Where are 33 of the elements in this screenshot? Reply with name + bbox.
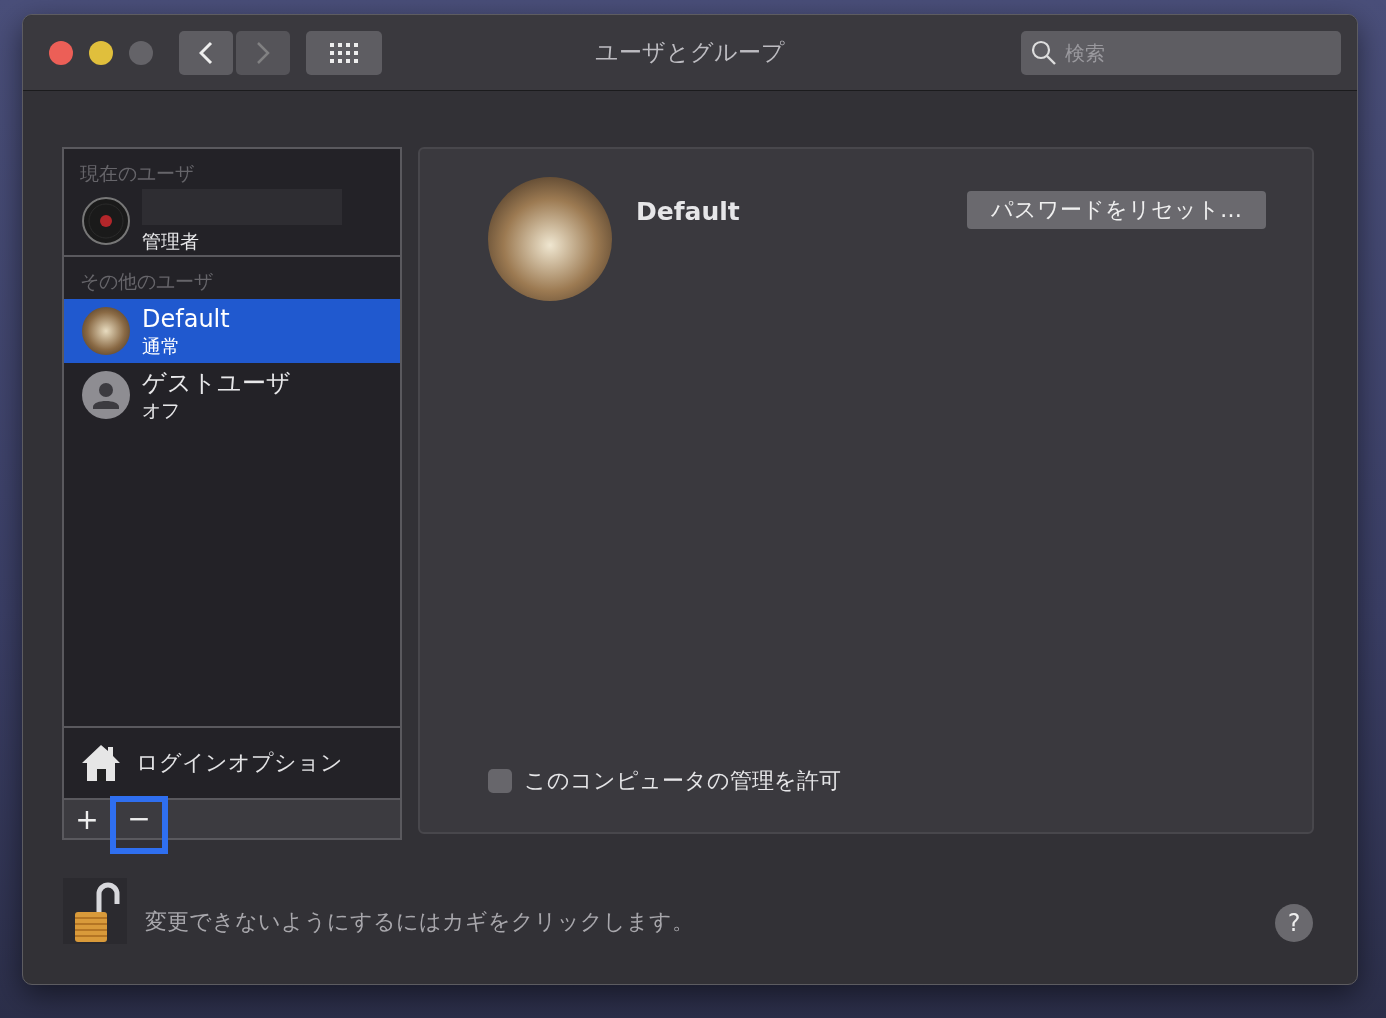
lock-hint-text: 変更できないようにするにはカギをクリックします。: [145, 908, 694, 936]
house-icon: [80, 742, 122, 784]
user-name: ゲストユーザ: [142, 368, 291, 398]
checkbox[interactable]: [488, 769, 512, 793]
reset-password-button[interactable]: パスワードをリセット…: [967, 191, 1266, 229]
user-list-item[interactable]: Default 通常: [64, 299, 400, 363]
user-name: Default: [636, 197, 740, 226]
user-role: 通常: [142, 334, 181, 358]
record-avatar: [82, 197, 130, 245]
show-all-button[interactable]: [306, 30, 382, 75]
section-header: 現在のユーザ: [79, 161, 195, 186]
help-button[interactable]: ?: [1275, 904, 1313, 942]
user-role: オフ: [142, 398, 181, 422]
close-button[interactable]: [49, 40, 73, 65]
user-list-item[interactable]: ゲストユーザ オフ: [64, 363, 400, 427]
search-field[interactable]: 検索: [1021, 30, 1341, 75]
login-options-label: ログインオプション: [136, 749, 343, 777]
user-list-item[interactable]: 管理者: [64, 191, 400, 255]
minimize-button[interactable]: [89, 40, 113, 65]
photo-placeholder: [82, 307, 130, 355]
back-button[interactable]: [179, 30, 233, 75]
user-silhouette-icon: [82, 371, 130, 419]
chevron-right-icon: [256, 40, 270, 65]
add-button[interactable]: +: [64, 800, 110, 838]
remove-button[interactable]: −: [110, 796, 168, 854]
chevron-left-icon: [199, 40, 213, 65]
section-header: その他のユーザ: [79, 269, 214, 294]
checkbox-label: このコンピュータの管理を許可: [524, 767, 841, 795]
grid-icon: [330, 42, 358, 63]
user-name: Default: [142, 304, 230, 334]
search-icon: [1031, 39, 1057, 66]
window-title: ユーザとグループ: [595, 39, 785, 65]
user-role: 管理者: [142, 229, 200, 253]
